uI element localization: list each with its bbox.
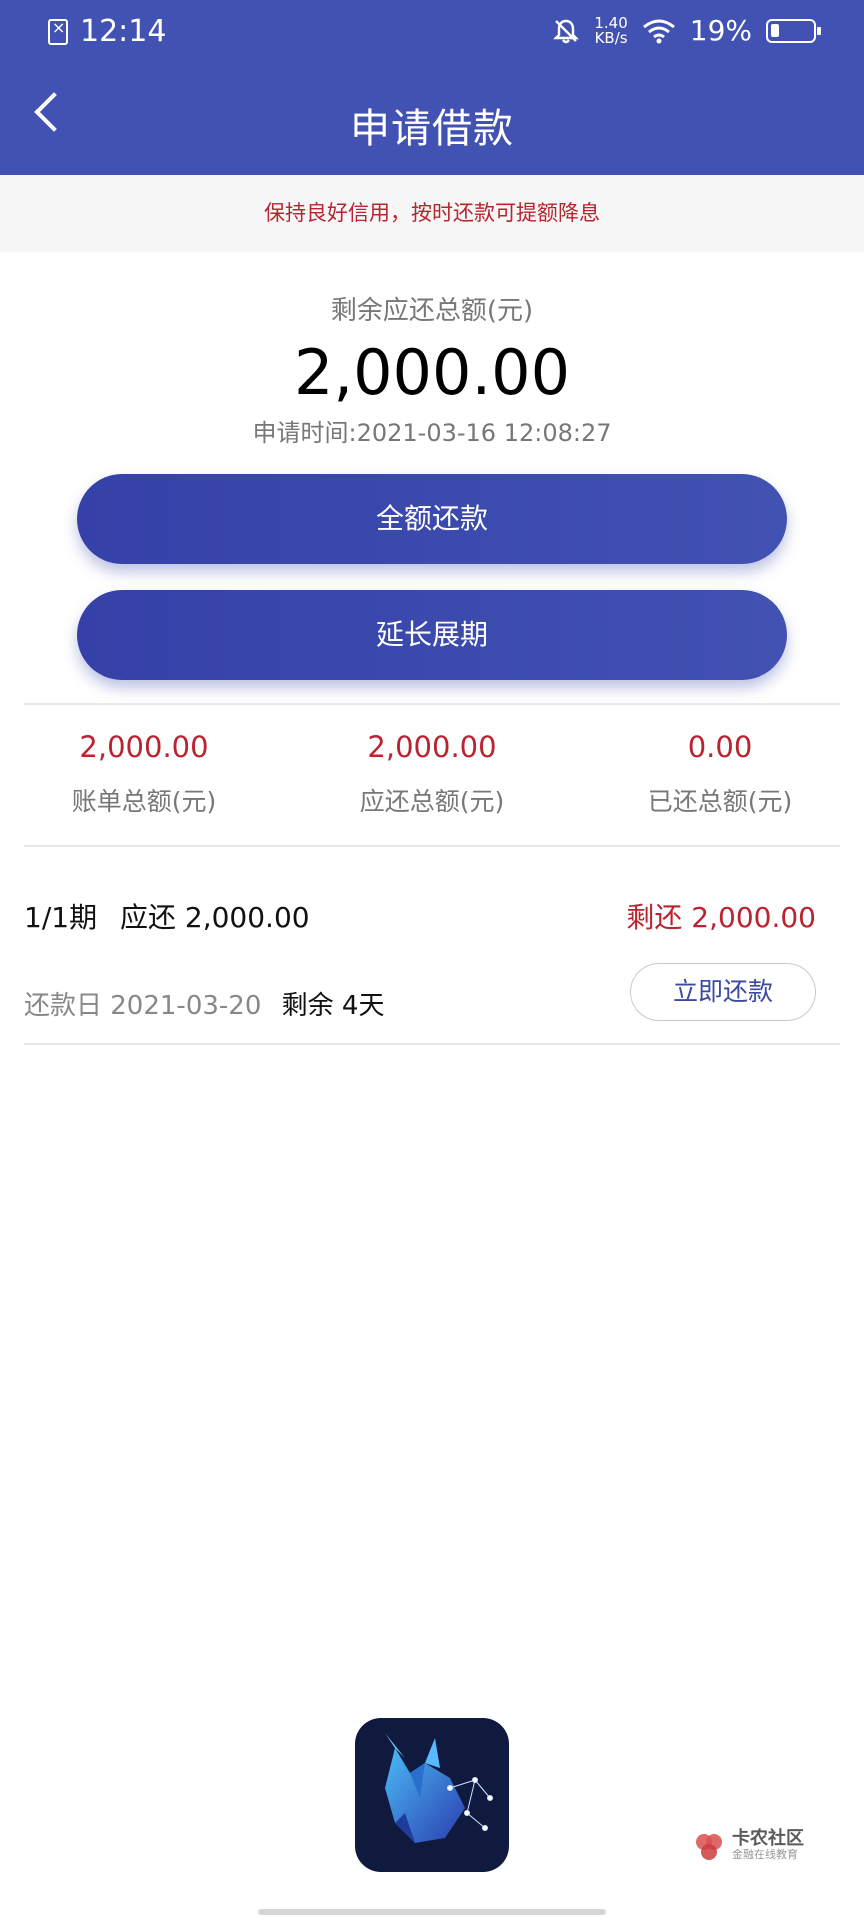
stat-paid-total: 0.00 已还总额(元)	[576, 730, 864, 818]
credit-notice: 保持良好信用，按时还款可提额降息	[0, 175, 864, 252]
net-speed-unit: KB/s	[594, 28, 628, 47]
apply-time: 申请时间:2021-03-16 12:08:27	[252, 419, 612, 447]
repay-date: 还款日 2021-03-20	[24, 991, 262, 1021]
stat-label: 账单总额(元)	[71, 787, 217, 816]
divider	[24, 703, 840, 705]
wifi-icon	[642, 19, 675, 43]
remaining-total-amount: 2,000.00	[293, 336, 571, 409]
divider	[24, 845, 840, 847]
app-header: 12:14 1.40 KB/s 19% 申请借款	[0, 0, 864, 175]
battery-percent: 19%	[689, 14, 752, 47]
brand-watermark: 卡农社区 金融在线教育	[692, 1830, 804, 1864]
app-logo	[355, 1718, 509, 1872]
installment-period: 1/1期	[24, 901, 98, 934]
divider	[24, 1043, 840, 1045]
status-time: 12:14	[80, 14, 167, 49]
stat-value: 2,000.00	[367, 730, 497, 764]
repay-date-row: 还款日 2021-03-20 剩余 4天	[24, 985, 384, 1022]
installment-due: 应还 2,000.00	[119, 901, 310, 934]
installment-remaining: 剩还 2,000.00	[626, 901, 816, 934]
stat-label: 应还总额(元)	[359, 787, 505, 816]
screen: 12:14 1.40 KB/s 19% 申请借款 保持良好信用，	[0, 0, 864, 1920]
pay-now-button[interactable]: 立即还款	[630, 963, 816, 1021]
stat-value: 0.00	[687, 730, 753, 764]
page-title: 申请借款	[350, 106, 514, 152]
brand-logo-icon	[696, 1834, 722, 1860]
home-indicator[interactable]	[258, 1909, 606, 1915]
days-left: 剩余 4天	[281, 991, 385, 1021]
stat-label: 已还总额(元)	[647, 787, 793, 816]
stat-value: 2,000.00	[79, 730, 209, 764]
battery-icon	[766, 18, 821, 43]
extend-button[interactable]: 延长展期	[77, 590, 787, 680]
stat-due-total: 2,000.00 应还总额(元)	[288, 730, 576, 818]
status-icons: 1.40 KB/s 19%	[552, 14, 821, 47]
brand-subtitle: 金融在线教育	[732, 1848, 798, 1861]
status-time-group: 12:14	[48, 14, 166, 49]
net-speed: 1.40 KB/s	[594, 15, 628, 47]
full-repay-button[interactable]: 全额还款	[77, 474, 787, 564]
remaining-total-label: 剩余应还总额(元)	[330, 296, 534, 326]
mute-bell-icon	[553, 19, 580, 43]
brand-name: 卡农社区	[732, 1828, 804, 1849]
stat-bill-total: 2,000.00 账单总额(元)	[0, 730, 288, 818]
sim-icon	[48, 18, 68, 45]
installment-row: 1/1期 应还 2,000.00 剩还 2,000.00	[24, 896, 816, 936]
